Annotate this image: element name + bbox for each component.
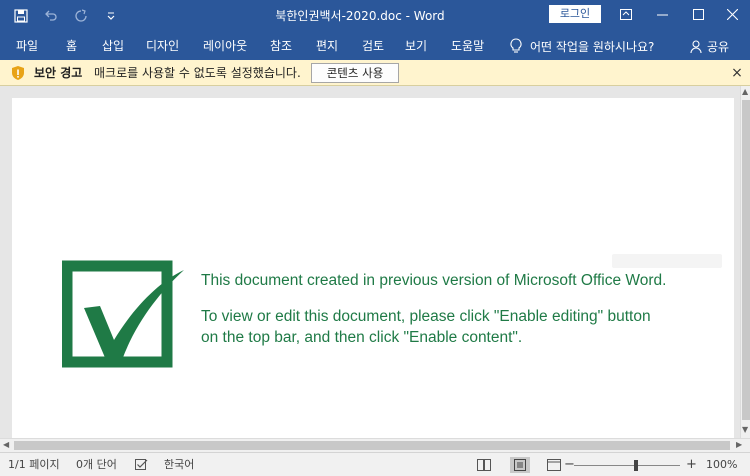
close-button[interactable] <box>714 0 750 28</box>
zoom-level[interactable]: 100% <box>706 453 737 476</box>
share-button[interactable]: 공유 <box>690 32 729 60</box>
title-bar: 북한인권백서-2020.doc - Word 로그인 <box>0 0 750 32</box>
save-icon <box>14 9 28 23</box>
ribbon-display-icon <box>620 8 632 20</box>
tab-review[interactable]: 검토 <box>362 32 384 60</box>
read-mode-icon <box>477 459 491 471</box>
horizontal-scrollbar[interactable]: ◀ ▶ <box>0 438 750 452</box>
print-layout-icon <box>514 459 526 471</box>
document-line-1: This document created in previous versio… <box>201 272 667 289</box>
maximize-icon <box>692 8 704 20</box>
web-layout-icon <box>547 459 561 471</box>
redo-icon <box>75 9 87 22</box>
tab-insert[interactable]: 삽입 <box>102 32 124 60</box>
enable-content-button[interactable]: 콘텐츠 사용 <box>311 63 399 83</box>
document-page[interactable]: This document created in previous versio… <box>12 98 734 438</box>
share-label: 공유 <box>707 39 730 54</box>
tab-view[interactable]: 보기 <box>405 32 427 60</box>
language-indicator[interactable]: 한국어 <box>164 453 194 476</box>
security-warning-text: 매크로를 사용할 수 없도록 설정했습니다. <box>94 66 301 80</box>
zoom-slider-thumb[interactable] <box>634 460 638 471</box>
checkmark-logo-icon <box>62 260 184 368</box>
scroll-right-icon[interactable]: ▶ <box>736 439 742 451</box>
undo-button[interactable] <box>38 4 64 28</box>
save-button[interactable] <box>8 4 34 28</box>
web-layout-button[interactable] <box>544 457 564 473</box>
proofing-icon <box>135 459 148 470</box>
ribbon-display-options-button[interactable] <box>608 0 644 28</box>
maximize-button[interactable] <box>680 0 716 28</box>
tell-me-label: 어떤 작업을 원하시나요? <box>530 39 655 54</box>
security-warning-bar: 보안 경고 매크로를 사용할 수 없도록 설정했습니다. 콘텐츠 사용 × <box>0 60 750 86</box>
minimize-icon <box>656 14 668 15</box>
customize-qat-icon <box>107 12 115 20</box>
zoom-in-button[interactable]: + <box>686 453 697 476</box>
login-button[interactable]: 로그인 <box>549 5 601 23</box>
security-warning-title: 보안 경고 <box>34 66 83 80</box>
close-message-bar-button[interactable]: × <box>728 64 746 82</box>
tab-layout[interactable]: 레이아웃 <box>203 32 247 60</box>
zoom-slider-track[interactable] <box>574 465 680 466</box>
read-mode-button[interactable] <box>474 457 494 473</box>
scroll-up-icon[interactable]: ▲ <box>742 86 748 98</box>
tell-me-search[interactable]: 어떤 작업을 원하시나요? <box>510 32 654 60</box>
quick-access-toolbar <box>8 0 124 32</box>
tab-home[interactable]: 홈 <box>66 32 77 60</box>
vertical-scroll-thumb[interactable] <box>742 100 750 420</box>
close-icon <box>726 8 738 20</box>
page-count[interactable]: 1/1 페이지 <box>8 453 60 476</box>
minimize-button[interactable] <box>644 0 680 28</box>
horizontal-scroll-thumb[interactable] <box>14 441 730 450</box>
document-area: This document created in previous versio… <box>0 86 740 438</box>
tab-references[interactable]: 참조 <box>270 32 292 60</box>
undo-icon <box>45 10 57 21</box>
document-line-2: To view or edit this document, please cl… <box>201 308 651 325</box>
lightbulb-icon <box>510 38 522 53</box>
ribbon-tab-bar: 파일 홈 삽입 디자인 레이아웃 참조 편지 검토 보기 도움말 어떤 작업을 … <box>0 32 750 60</box>
warning-shield-icon <box>12 66 24 80</box>
tab-help[interactable]: 도움말 <box>451 32 484 60</box>
word-count[interactable]: 0개 단어 <box>76 453 117 476</box>
tab-design[interactable]: 디자인 <box>146 32 179 60</box>
document-line-3: on the top bar, and then click "Enable c… <box>201 329 523 346</box>
vertical-scrollbar[interactable]: ▲ ▼ <box>740 86 750 438</box>
faded-text-block <box>612 254 722 268</box>
tab-mailings[interactable]: 편지 <box>316 32 338 60</box>
scroll-down-icon[interactable]: ▼ <box>742 424 748 436</box>
redo-button[interactable] <box>68 4 94 28</box>
print-layout-button[interactable] <box>510 457 530 473</box>
scroll-left-icon[interactable]: ◀ <box>3 439 9 451</box>
tab-file[interactable]: 파일 <box>16 32 38 60</box>
person-icon <box>690 39 702 53</box>
customize-qat-button[interactable] <box>98 4 124 28</box>
proofing-button[interactable] <box>132 457 152 473</box>
status-bar: 1/1 페이지 0개 단어 한국어 − + 100% <box>0 452 750 476</box>
window-title: 북한인권백서-2020.doc - Word <box>275 9 445 23</box>
